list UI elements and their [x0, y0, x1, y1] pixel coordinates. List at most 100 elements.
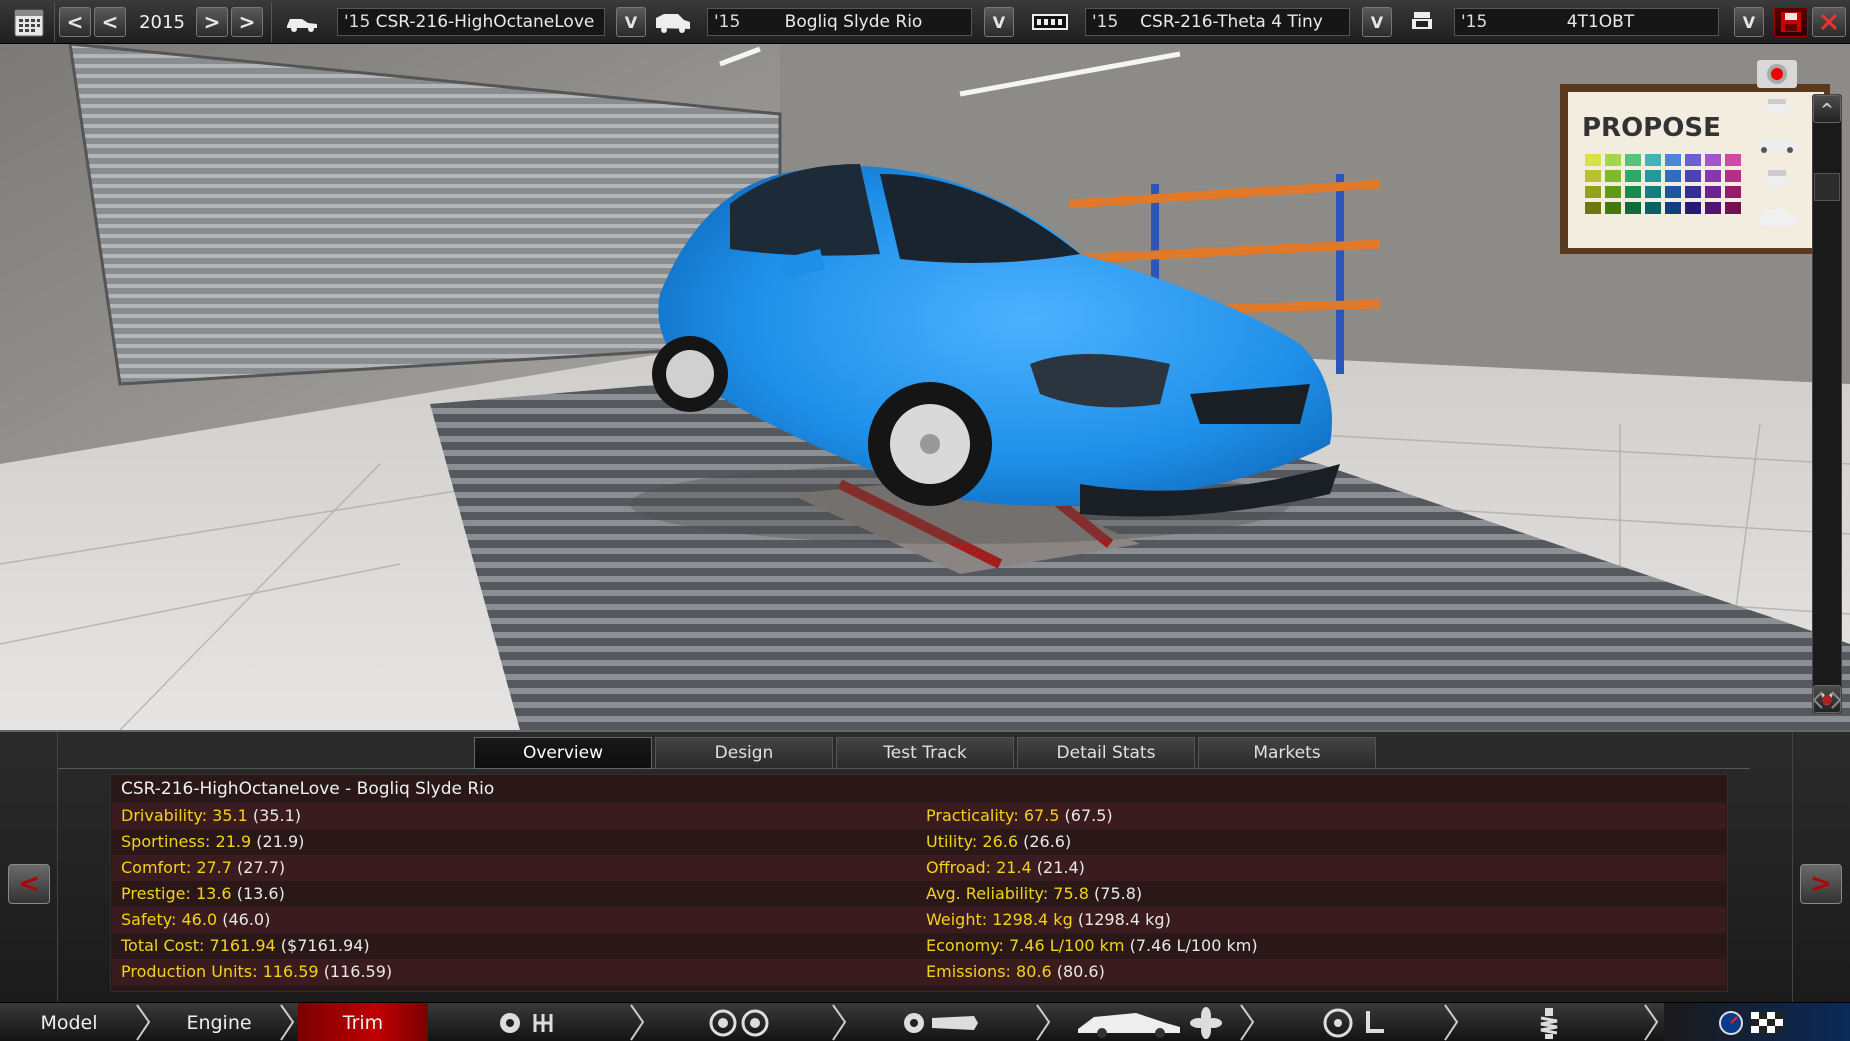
engine-icon	[1030, 8, 1070, 36]
garage-scene: PROPOSE	[0, 44, 1850, 730]
car-3d-viewport[interactable]: PROPOSE	[0, 44, 1850, 730]
side-view-icon[interactable]	[1750, 130, 1804, 158]
nav-wheels[interactable]	[650, 1003, 830, 1041]
car-body-fan-icon	[1078, 1006, 1222, 1039]
stat-weight: Weight: 1298.4 kg (1298.4 kg)	[926, 910, 1171, 929]
screenshot-camera-icon[interactable]	[1750, 52, 1804, 92]
stat-drivability: Drivability: 35.1 (35.1)	[121, 806, 301, 825]
stat-economy: Economy: 7.46 L/100 km (7.46 L/100 km)	[926, 936, 1258, 955]
year-prev-button[interactable]: <	[94, 7, 126, 37]
rear-view-icon[interactable]	[1750, 166, 1804, 194]
car-title: CSR-216-HighOctaneLove - Bogliq Slyde Ri…	[121, 779, 495, 799]
body-name: Bogliq Slyde Rio	[784, 12, 923, 32]
chevron-right-icon	[132, 1003, 154, 1041]
stats-panel: Overview Design Test Track Detail Stats …	[0, 730, 1850, 1002]
panel-tabs: Overview Design Test Track Detail Stats …	[474, 737, 1379, 769]
body-year: '15	[714, 12, 741, 32]
model-name: CSR-216-HighOctaneLove	[375, 12, 595, 32]
front-view-icon[interactable]	[1750, 94, 1804, 122]
stat-reliability: Avg. Reliability: 75.8 (75.8)	[926, 884, 1143, 903]
stat-row: Total Cost: 7161.94 ($7161.94) Economy: …	[112, 933, 1726, 959]
stat-emissions: Emissions: 80.6 (80.6)	[926, 962, 1105, 981]
stat-sportiness: Sportiness: 21.9 (21.9)	[121, 832, 305, 851]
close-button[interactable]	[1812, 7, 1846, 37]
nav-body-styling[interactable]	[1056, 1003, 1246, 1041]
separator	[271, 2, 272, 42]
stat-safety: Safety: 46.0 (46.0)	[121, 910, 271, 929]
trim-dropdown-button[interactable]: V	[1734, 7, 1764, 37]
chevron-right-icon	[626, 1003, 648, 1041]
nav-testing[interactable]	[1664, 1003, 1850, 1041]
design-stage-nav: Model Engine Trim	[0, 1002, 1850, 1041]
stat-comfort: Comfort: 27.7 (27.7)	[121, 858, 286, 877]
engine-name: CSR-216-Theta 4 Tiny	[1140, 12, 1323, 32]
calendar-icon[interactable]	[12, 6, 46, 38]
tab-markets[interactable]: Markets	[1198, 737, 1376, 769]
trim-select[interactable]: '15 4T1OBT	[1454, 8, 1719, 36]
stat-production-units: Production Units: 116.59 (116.59)	[121, 962, 393, 981]
chevron-right-icon	[1236, 1003, 1258, 1041]
save-icon	[1781, 12, 1801, 32]
save-button[interactable]	[1774, 7, 1808, 37]
top-toolbar: < < 2015 > > '15 CSR-216-HighOctaneLove …	[0, 0, 1850, 44]
stat-row: Production Units: 116.59 (116.59) Emissi…	[112, 959, 1726, 985]
reset-view-icon[interactable]	[1810, 684, 1844, 716]
year-prev-fast-button[interactable]: <	[59, 7, 91, 37]
stat-practicality: Practicality: 67.5 (67.5)	[926, 806, 1113, 825]
stat-utility: Utility: 26.6 (26.6)	[926, 832, 1072, 851]
trim-name: 4T1OBT	[1566, 12, 1635, 32]
nav-model[interactable]: Model	[0, 1003, 138, 1041]
car-model-icon	[284, 8, 320, 36]
chevron-right-icon	[828, 1003, 850, 1041]
tab-design[interactable]: Design	[655, 737, 833, 769]
year-next-fast-button[interactable]: >	[231, 7, 263, 37]
trim-seat-icon	[1406, 8, 1438, 36]
nav-engine[interactable]: Engine	[156, 1003, 282, 1041]
stat-offroad: Offroad: 21.4 (21.4)	[926, 858, 1085, 877]
year-next-button[interactable]: >	[196, 7, 228, 37]
stat-row: Prestige: 13.6 (13.6) Avg. Reliability: …	[112, 881, 1726, 907]
model-dropdown-button[interactable]: V	[616, 7, 646, 37]
engine-select[interactable]: '15 CSR-216-Theta 4 Tiny	[1085, 8, 1350, 36]
chevron-right-icon	[276, 1003, 298, 1041]
chevron-right-icon	[1640, 1003, 1662, 1041]
nav-trim[interactable]: Trim	[298, 1003, 428, 1041]
next-page-button[interactable]: >	[1800, 864, 1842, 904]
body-dropdown-button[interactable]: V	[984, 7, 1014, 37]
color-board-text: PROPOSE	[1582, 113, 1721, 143]
stat-prestige: Prestige: 13.6 (13.6)	[121, 884, 285, 903]
tab-detail-stats[interactable]: Detail Stats	[1017, 737, 1195, 769]
view-side-toolbar: ^ V	[1802, 44, 1850, 730]
nav-drivetrain[interactable]	[440, 1003, 620, 1041]
chassis-icon	[904, 1012, 978, 1033]
stat-row: Drivability: 35.1 (35.1) Practicality: 6…	[112, 803, 1726, 829]
model-year: '15	[344, 12, 371, 32]
scroll-up-button[interactable]: ^	[1813, 95, 1841, 123]
gearbox-icon	[500, 1012, 553, 1033]
nav-suspension[interactable]	[1464, 1003, 1634, 1041]
year-display: 2015	[139, 11, 185, 33]
stat-row: Sportiness: 21.9 (21.9) Utility: 26.6 (2…	[112, 829, 1726, 855]
overview-stats: CSR-216-HighOctaneLove - Bogliq Slyde Ri…	[110, 774, 1728, 992]
body-select[interactable]: '15 Bogliq Slyde Rio	[707, 8, 972, 36]
stat-row: Safety: 46.0 (46.0) Weight: 1298.4 kg (1…	[112, 907, 1726, 933]
suspension-icon	[1540, 1007, 1558, 1039]
car-body-icon	[653, 8, 693, 36]
nav-interior[interactable]	[1262, 1003, 1452, 1041]
view-scrollbar[interactable]: ^ V	[1812, 94, 1842, 714]
stat-row: Comfort: 27.7 (27.7) Offroad: 21.4 (21.4…	[112, 855, 1726, 881]
scroll-thumb[interactable]	[1814, 173, 1840, 201]
wheels-icon	[709, 1009, 769, 1036]
steering-seat-icon	[1323, 1008, 1384, 1037]
angle-view-icon[interactable]	[1750, 200, 1804, 234]
model-select[interactable]: '15 CSR-216-HighOctaneLove	[337, 8, 605, 36]
trim-year: '15	[1461, 12, 1488, 32]
engine-dropdown-button[interactable]: V	[1362, 7, 1392, 37]
prev-page-button[interactable]: <	[8, 864, 50, 904]
stat-total-cost: Total Cost: 7161.94 ($7161.94)	[121, 936, 370, 955]
chevron-right-icon	[1440, 1003, 1462, 1041]
tab-overview[interactable]: Overview	[474, 737, 652, 769]
speedometer-flag-icon	[1719, 1010, 1783, 1035]
tab-test-track[interactable]: Test Track	[836, 737, 1014, 769]
nav-chassis[interactable]	[852, 1003, 1032, 1041]
